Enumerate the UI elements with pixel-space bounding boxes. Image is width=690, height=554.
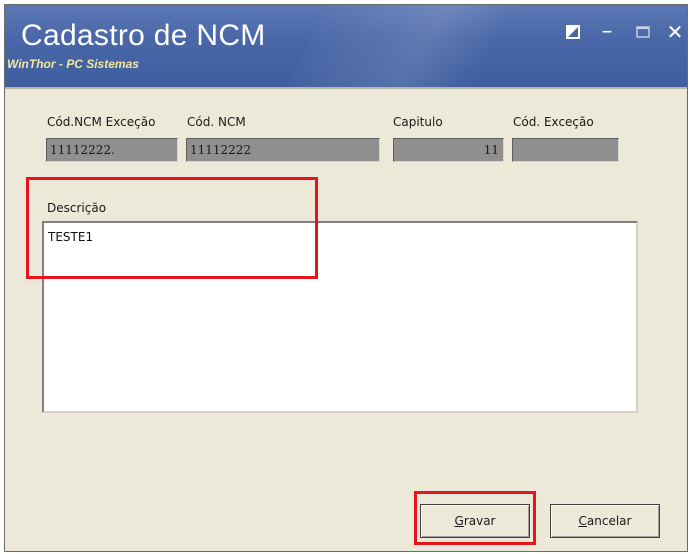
descricao-label: Descrição — [47, 201, 107, 215]
window-title: Cadastro de NCM — [21, 19, 266, 52]
cancelar-accel: C — [578, 514, 587, 528]
capitulo-label: Capitulo — [393, 115, 443, 129]
gravar-accel: G — [454, 514, 464, 528]
cod-excecao-field[interactable] — [512, 138, 619, 162]
cod-ncm-field[interactable]: 11112222 — [186, 138, 380, 162]
capitulo-field[interactable]: 11 — [393, 138, 504, 162]
minimize-icon[interactable]: – — [597, 21, 617, 43]
gravar-label: ravar — [463, 514, 496, 528]
title-divider — [5, 87, 687, 89]
title-bar[interactable]: Cadastro de NCM WinThor - PC Sistemas – … — [5, 5, 687, 87]
cod-excecao-label: Cód. Exceção — [513, 115, 594, 129]
restore-icon[interactable] — [563, 23, 583, 41]
maximize-icon[interactable] — [633, 23, 653, 41]
gravar-button[interactable]: Gravar — [420, 504, 530, 538]
cancelar-label: ancelar — [586, 514, 632, 528]
window-subtitle: WinThor - PC Sistemas — [7, 57, 139, 71]
cod-ncm-label: Cód. NCM — [187, 115, 246, 129]
cancelar-button[interactable]: Cancelar — [550, 504, 660, 538]
close-icon[interactable]: ✕ — [665, 20, 685, 44]
cod-ncm-excecao-field[interactable]: 11112222. — [46, 138, 178, 162]
descricao-textarea[interactable]: TESTE1 — [42, 221, 638, 413]
cod-ncm-excecao-label: Cód.NCM Exceção — [47, 115, 156, 129]
